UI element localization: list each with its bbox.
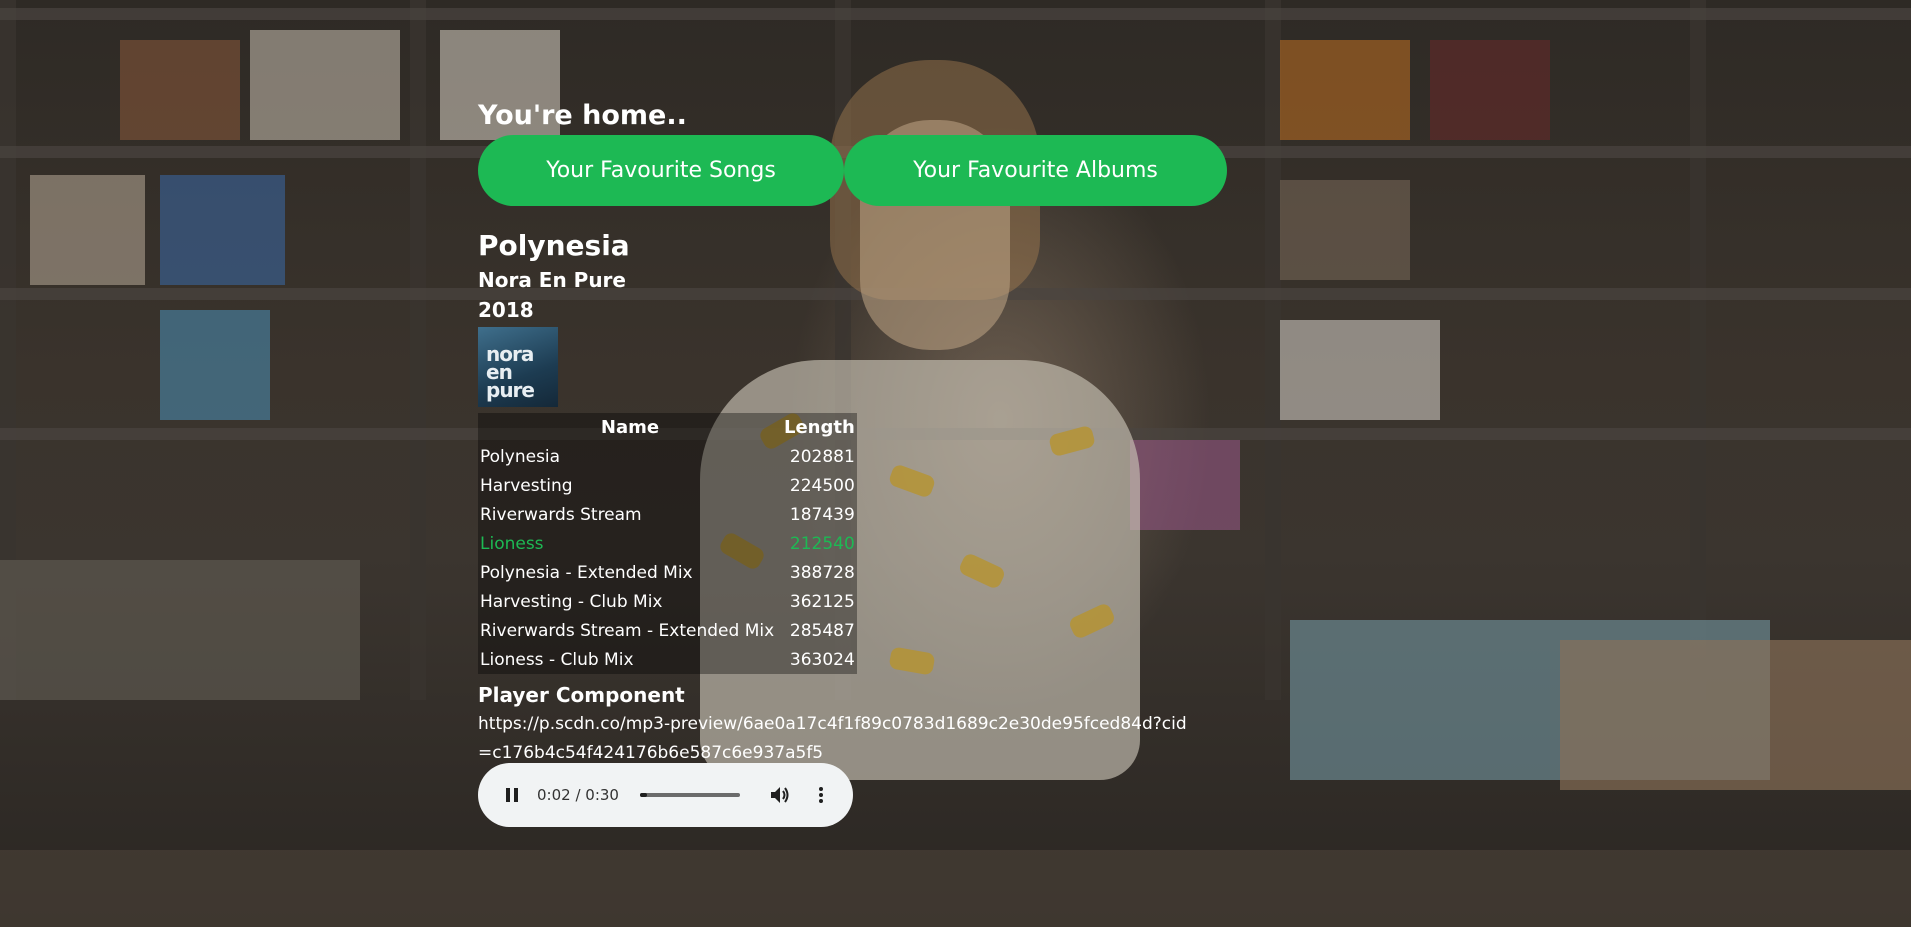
- track-row[interactable]: Harvesting - Club Mix 362125: [478, 587, 857, 616]
- track-name: Lioness: [480, 533, 544, 554]
- nav-buttons: Your Favourite Songs Your Favourite Albu…: [478, 135, 1227, 206]
- record-sleeve: [250, 30, 400, 140]
- track-row[interactable]: Riverwards Stream - Extended Mix 285487: [478, 616, 857, 645]
- track-row[interactable]: Riverwards Stream 187439: [478, 500, 857, 529]
- track-length: 202881: [789, 446, 855, 467]
- record-sleeve: [1280, 40, 1410, 140]
- track-length: 285487: [789, 620, 855, 641]
- track-row[interactable]: Lioness - Club Mix 363024: [478, 645, 857, 674]
- column-header-length: Length: [784, 417, 855, 438]
- track-table-header: Name Length: [478, 413, 857, 442]
- track-length: 362125: [789, 591, 855, 612]
- record-sleeve: [1280, 180, 1410, 280]
- pause-icon[interactable]: [500, 783, 524, 807]
- album-cover-lettering: nora en pure: [486, 342, 535, 402]
- track-name: Polynesia: [480, 446, 561, 467]
- track-length: 224500: [789, 475, 855, 496]
- shelf-board: [0, 8, 1911, 20]
- record-sleeve: [160, 310, 270, 420]
- track-table: Name Length Polynesia 202881 Harvesting …: [478, 413, 857, 674]
- track-row[interactable]: Polynesia - Extended Mix 388728: [478, 558, 857, 587]
- record-crate: [0, 560, 360, 700]
- record-sleeve: [30, 175, 145, 285]
- main-content: You're home.. Your Favourite Songs Your …: [478, 96, 1238, 827]
- track-name: Riverwards Stream - Extended Mix: [480, 620, 775, 641]
- column-header-name: Name: [600, 417, 660, 438]
- track-length: 363024: [789, 649, 855, 670]
- player-heading: Player Component: [478, 683, 685, 707]
- track-row-active[interactable]: Lioness 212540: [478, 529, 857, 558]
- track-name: Harvesting: [480, 475, 573, 496]
- track-name: Lioness - Club Mix: [480, 649, 634, 670]
- progress-fill: [640, 793, 647, 797]
- track-length: 187439: [789, 504, 855, 525]
- track-name: Polynesia - Extended Mix: [480, 562, 693, 583]
- record-sleeve: [160, 175, 285, 285]
- preview-url: https://p.scdn.co/mp3-preview/6ae0a17c4f…: [478, 714, 1187, 763]
- audio-player[interactable]: 0:02 / 0:30: [478, 763, 853, 827]
- favourite-albums-button[interactable]: Your Favourite Albums: [844, 135, 1227, 206]
- shelf-frame: [1690, 0, 1706, 700]
- shelf-frame: [1265, 0, 1281, 700]
- track-name: Harvesting - Club Mix: [480, 591, 663, 612]
- album-title: Polynesia: [478, 229, 630, 262]
- record-crate: [1560, 640, 1911, 790]
- record-sleeve: [120, 40, 240, 140]
- record-bins: [0, 850, 1911, 927]
- page-heading: You're home..: [478, 100, 687, 131]
- track-row[interactable]: Harvesting 224500: [478, 471, 857, 500]
- shelf-frame: [410, 0, 426, 700]
- album-year: 2018: [478, 298, 534, 322]
- track-length: 212540: [789, 533, 855, 554]
- volume-icon[interactable]: [768, 783, 792, 807]
- progress-slider[interactable]: [640, 793, 740, 797]
- record-sleeve: [1430, 40, 1550, 140]
- album-cover: nora en pure: [478, 327, 558, 407]
- track-length: 388728: [789, 562, 855, 583]
- record-sleeve: [1130, 440, 1240, 530]
- album-artist: Nora En Pure: [478, 268, 626, 292]
- favourite-songs-button[interactable]: Your Favourite Songs: [478, 135, 844, 206]
- track-row[interactable]: Polynesia 202881: [478, 442, 857, 471]
- playback-time: 0:02 / 0:30: [537, 786, 619, 804]
- more-vertical-icon[interactable]: [809, 783, 833, 807]
- track-name: Riverwards Stream: [480, 504, 642, 525]
- record-sleeve: [1280, 320, 1440, 420]
